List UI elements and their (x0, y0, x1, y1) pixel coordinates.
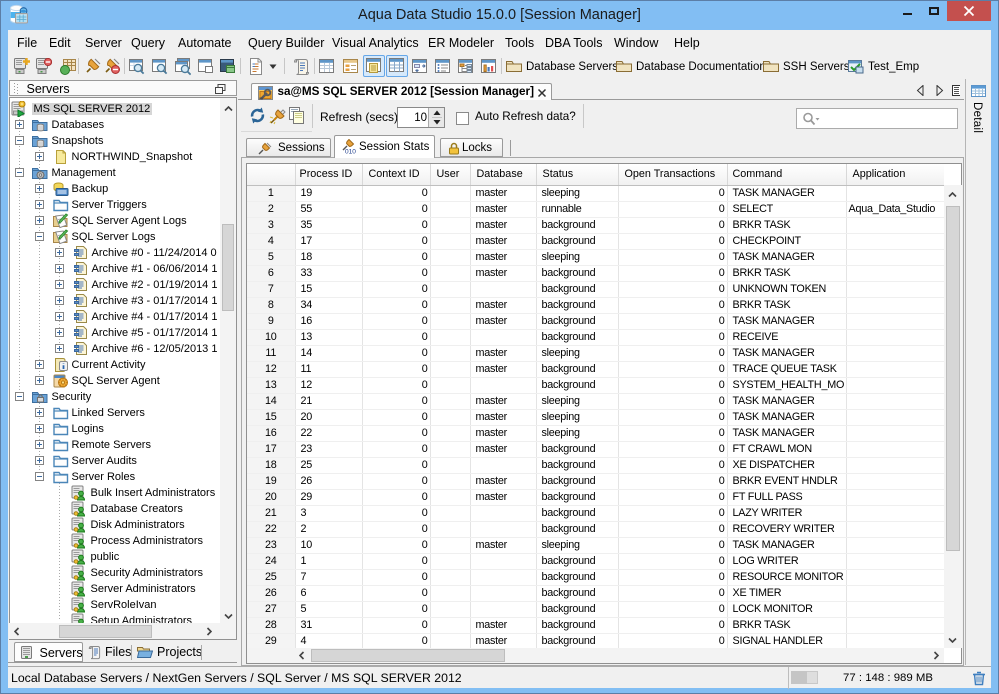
svg-text:010: 010 (345, 149, 356, 155)
